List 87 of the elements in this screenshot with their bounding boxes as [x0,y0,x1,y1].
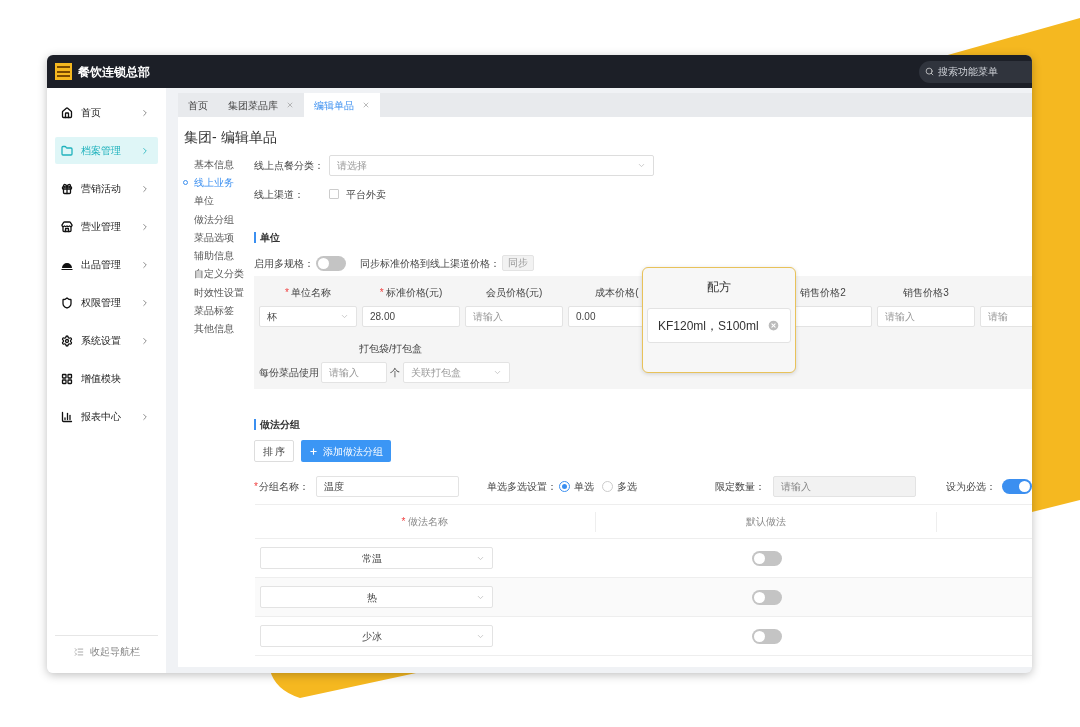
sidebar-item[interactable]: 权限管理 [55,289,158,316]
column-header: 销售价格3 [903,285,949,300]
field-label: 线上点餐分类： [254,158,325,173]
sidebar-item[interactable]: 营销活动 [55,175,158,202]
unit-select[interactable]: 杯 [259,306,357,327]
clear-icon[interactable] [767,319,780,332]
unit-label: 个 [390,366,400,380]
checkbox[interactable] [329,189,339,199]
anchor-link[interactable]: 做法分组 [183,209,254,229]
column-header: 默认做法 [746,515,786,529]
chevron-right-icon [140,221,150,232]
anchor-link[interactable]: 辅助信息 [183,246,254,265]
chevron-right-icon [140,107,150,118]
column-header: * 单位名称 [285,285,331,300]
close-icon[interactable] [362,101,370,109]
field-label: 设为必选： [946,480,997,494]
checkbox-label: 平台外卖 [346,187,386,202]
store-icon [61,220,73,233]
chevron-right-icon [140,297,150,308]
required-toggle[interactable] [1002,479,1032,494]
grid-icon [61,372,73,385]
method-select[interactable]: 热 [260,586,493,608]
field-label: 启用多规格： [254,256,314,271]
recipe-input[interactable]: KF120ml，S100ml [647,308,791,343]
chevron-down-icon [340,312,349,321]
shield-icon [61,296,73,309]
default-toggle[interactable] [751,589,782,605]
chevron-right-icon [140,183,150,194]
radio-option[interactable]: 单选 [559,479,594,494]
field-label: 单选多选设置： [487,480,557,494]
sidebar-item[interactable]: 报表中心 [55,403,158,430]
anchor-link[interactable]: 基本信息 [183,155,254,174]
default-toggle[interactable] [751,628,782,644]
anchor-link[interactable]: 自定义分类 [183,264,254,284]
sidebar-item[interactable]: 首页 [55,99,158,126]
page-title: 集团- 编辑单品 [183,128,278,147]
chevron-right-icon [140,335,150,346]
home-icon [61,106,73,119]
default-toggle[interactable] [751,550,782,566]
radio-option[interactable]: 多选 [602,479,637,494]
app-title: 餐饮连锁总部 [78,63,150,81]
chevron-right-icon [140,145,150,156]
anchor-link[interactable]: 单位 [183,191,254,210]
price-input[interactable]: 28.00 [362,306,460,327]
sidebar-item[interactable]: 出品管理 [55,251,158,278]
column-header: 销售价格2 [800,285,846,300]
multi-spec-toggle[interactable] [316,255,346,271]
field-label: 每份菜品使用 [259,366,319,380]
column-header: * 标准价格(元) [379,285,443,300]
section-heading: 做法分组 [260,417,300,432]
anchor-link[interactable]: 菜品选项 [183,228,254,247]
field-label: *分组名称： [254,480,310,494]
plus-icon [309,446,318,456]
column-header: 打包袋/打包盒 [359,342,422,356]
anchor-link[interactable]: 其他信息 [183,319,254,338]
collapse-icon [73,646,84,657]
search-field[interactable]: 搜索功能菜单 [919,60,1032,83]
bar-chart-icon [61,410,73,423]
settings-icon [61,334,73,347]
folder-icon [61,144,73,157]
section-heading: 单位 [260,230,280,245]
popup-title: 配方 [707,279,731,296]
search-icon [925,67,934,76]
tab[interactable]: 编辑单品 [304,93,380,117]
column-header: 会员价格(元) [485,285,543,300]
logo-icon [55,63,72,80]
field-label: 同步标准价格到线上渠道价格： [360,256,500,271]
method-select[interactable]: 少冰 [260,625,493,647]
anchor-link[interactable]: 线上业务 [183,173,254,192]
anchor-link[interactable]: 菜品标签 [183,301,254,320]
chevron-down-icon [493,368,502,377]
anchor-link[interactable]: 时效性设置 [183,283,254,302]
sidebar-item[interactable]: 系统设置 [55,327,158,354]
collapse-nav-link[interactable]: 收起导航栏 [89,644,140,659]
sort-button[interactable]: 排 序 [254,440,294,462]
field-label: 线上渠道： [254,187,305,202]
group-name-input[interactable]: 温度 [316,476,459,497]
chevron-right-icon [140,411,150,422]
close-icon[interactable] [286,101,294,109]
column-header: 成本价格( [595,285,639,300]
column-header: * 做法名称 [401,515,449,529]
sidebar-item[interactable]: 营业管理 [55,213,158,240]
sidebar-item[interactable]: 增值模块 [55,365,158,392]
chevron-right-icon [140,259,150,270]
method-select[interactable]: 常温 [260,547,493,569]
field-label: 限定数量： [715,480,766,494]
gift-icon [61,182,73,195]
